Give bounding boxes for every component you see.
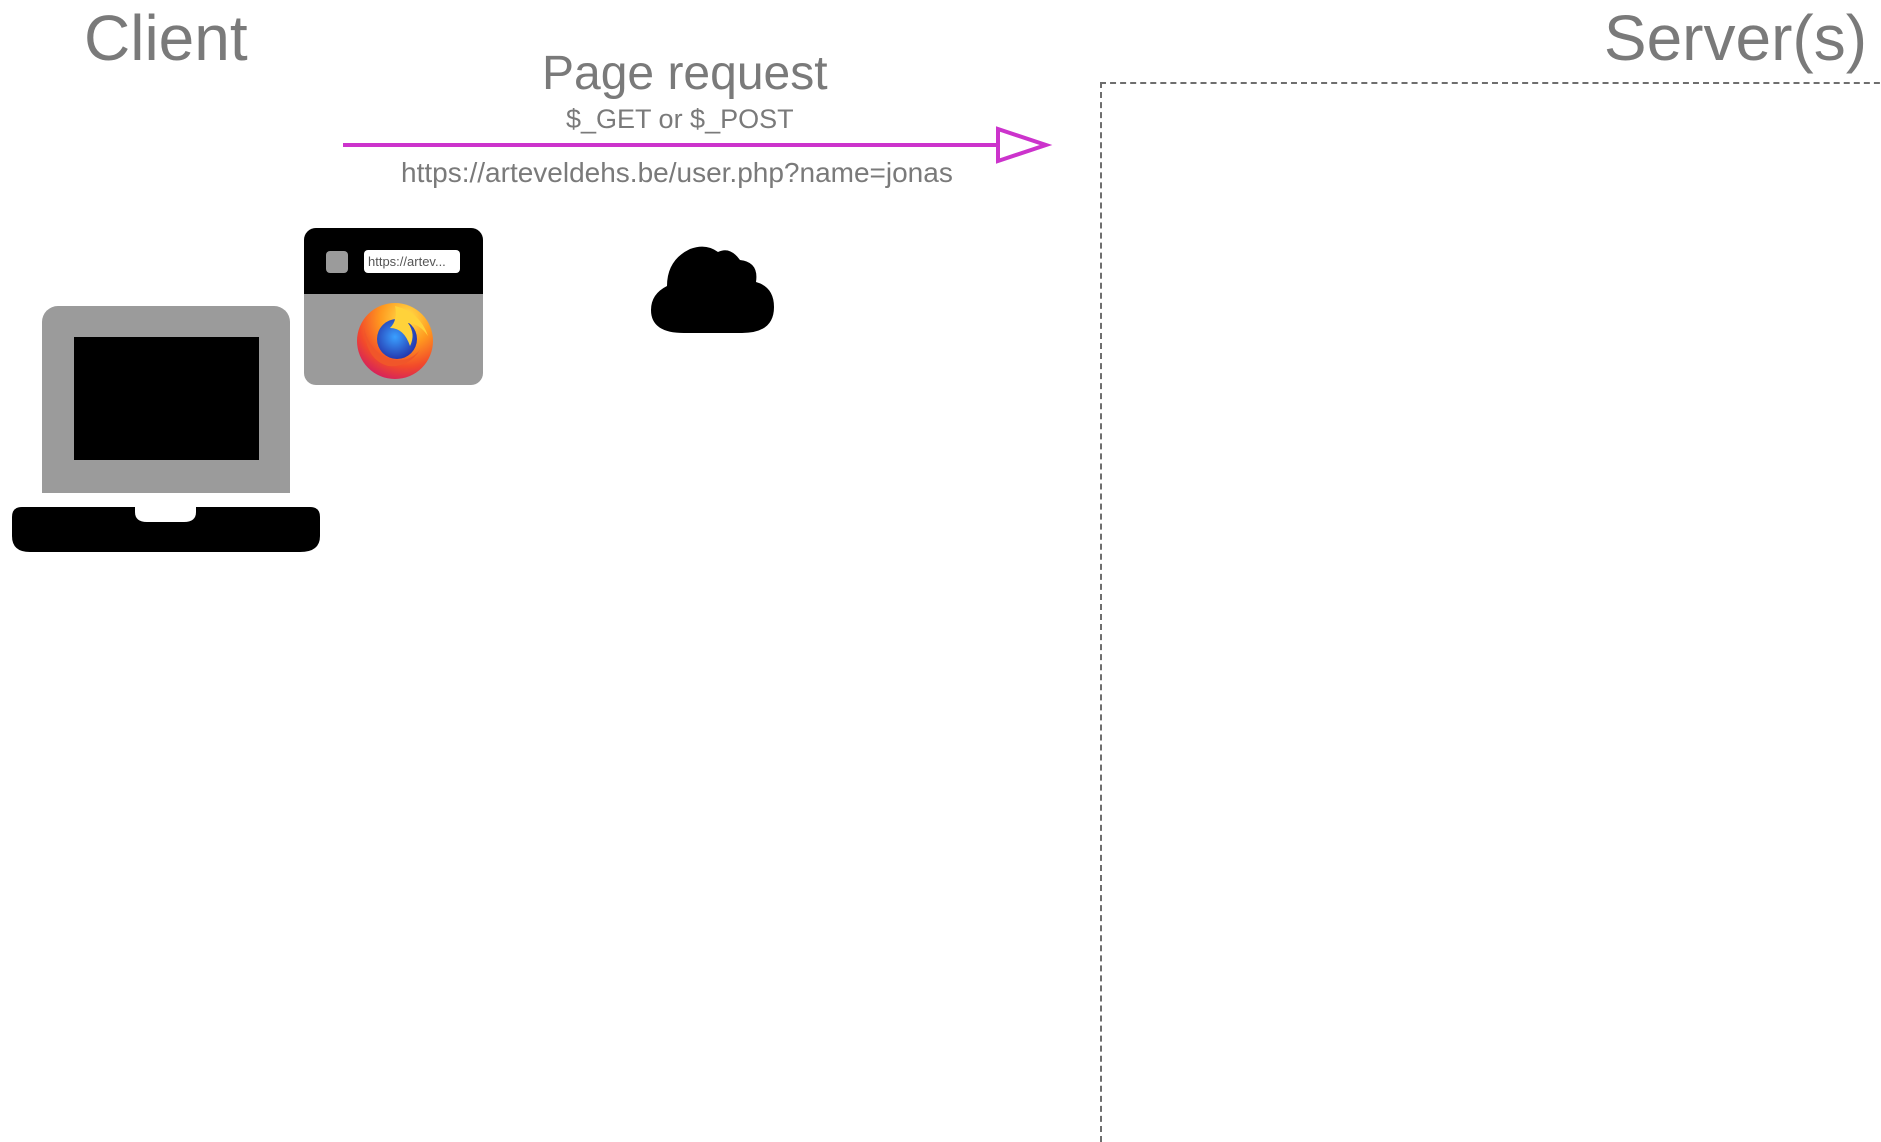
cloud-icon bbox=[651, 246, 774, 333]
